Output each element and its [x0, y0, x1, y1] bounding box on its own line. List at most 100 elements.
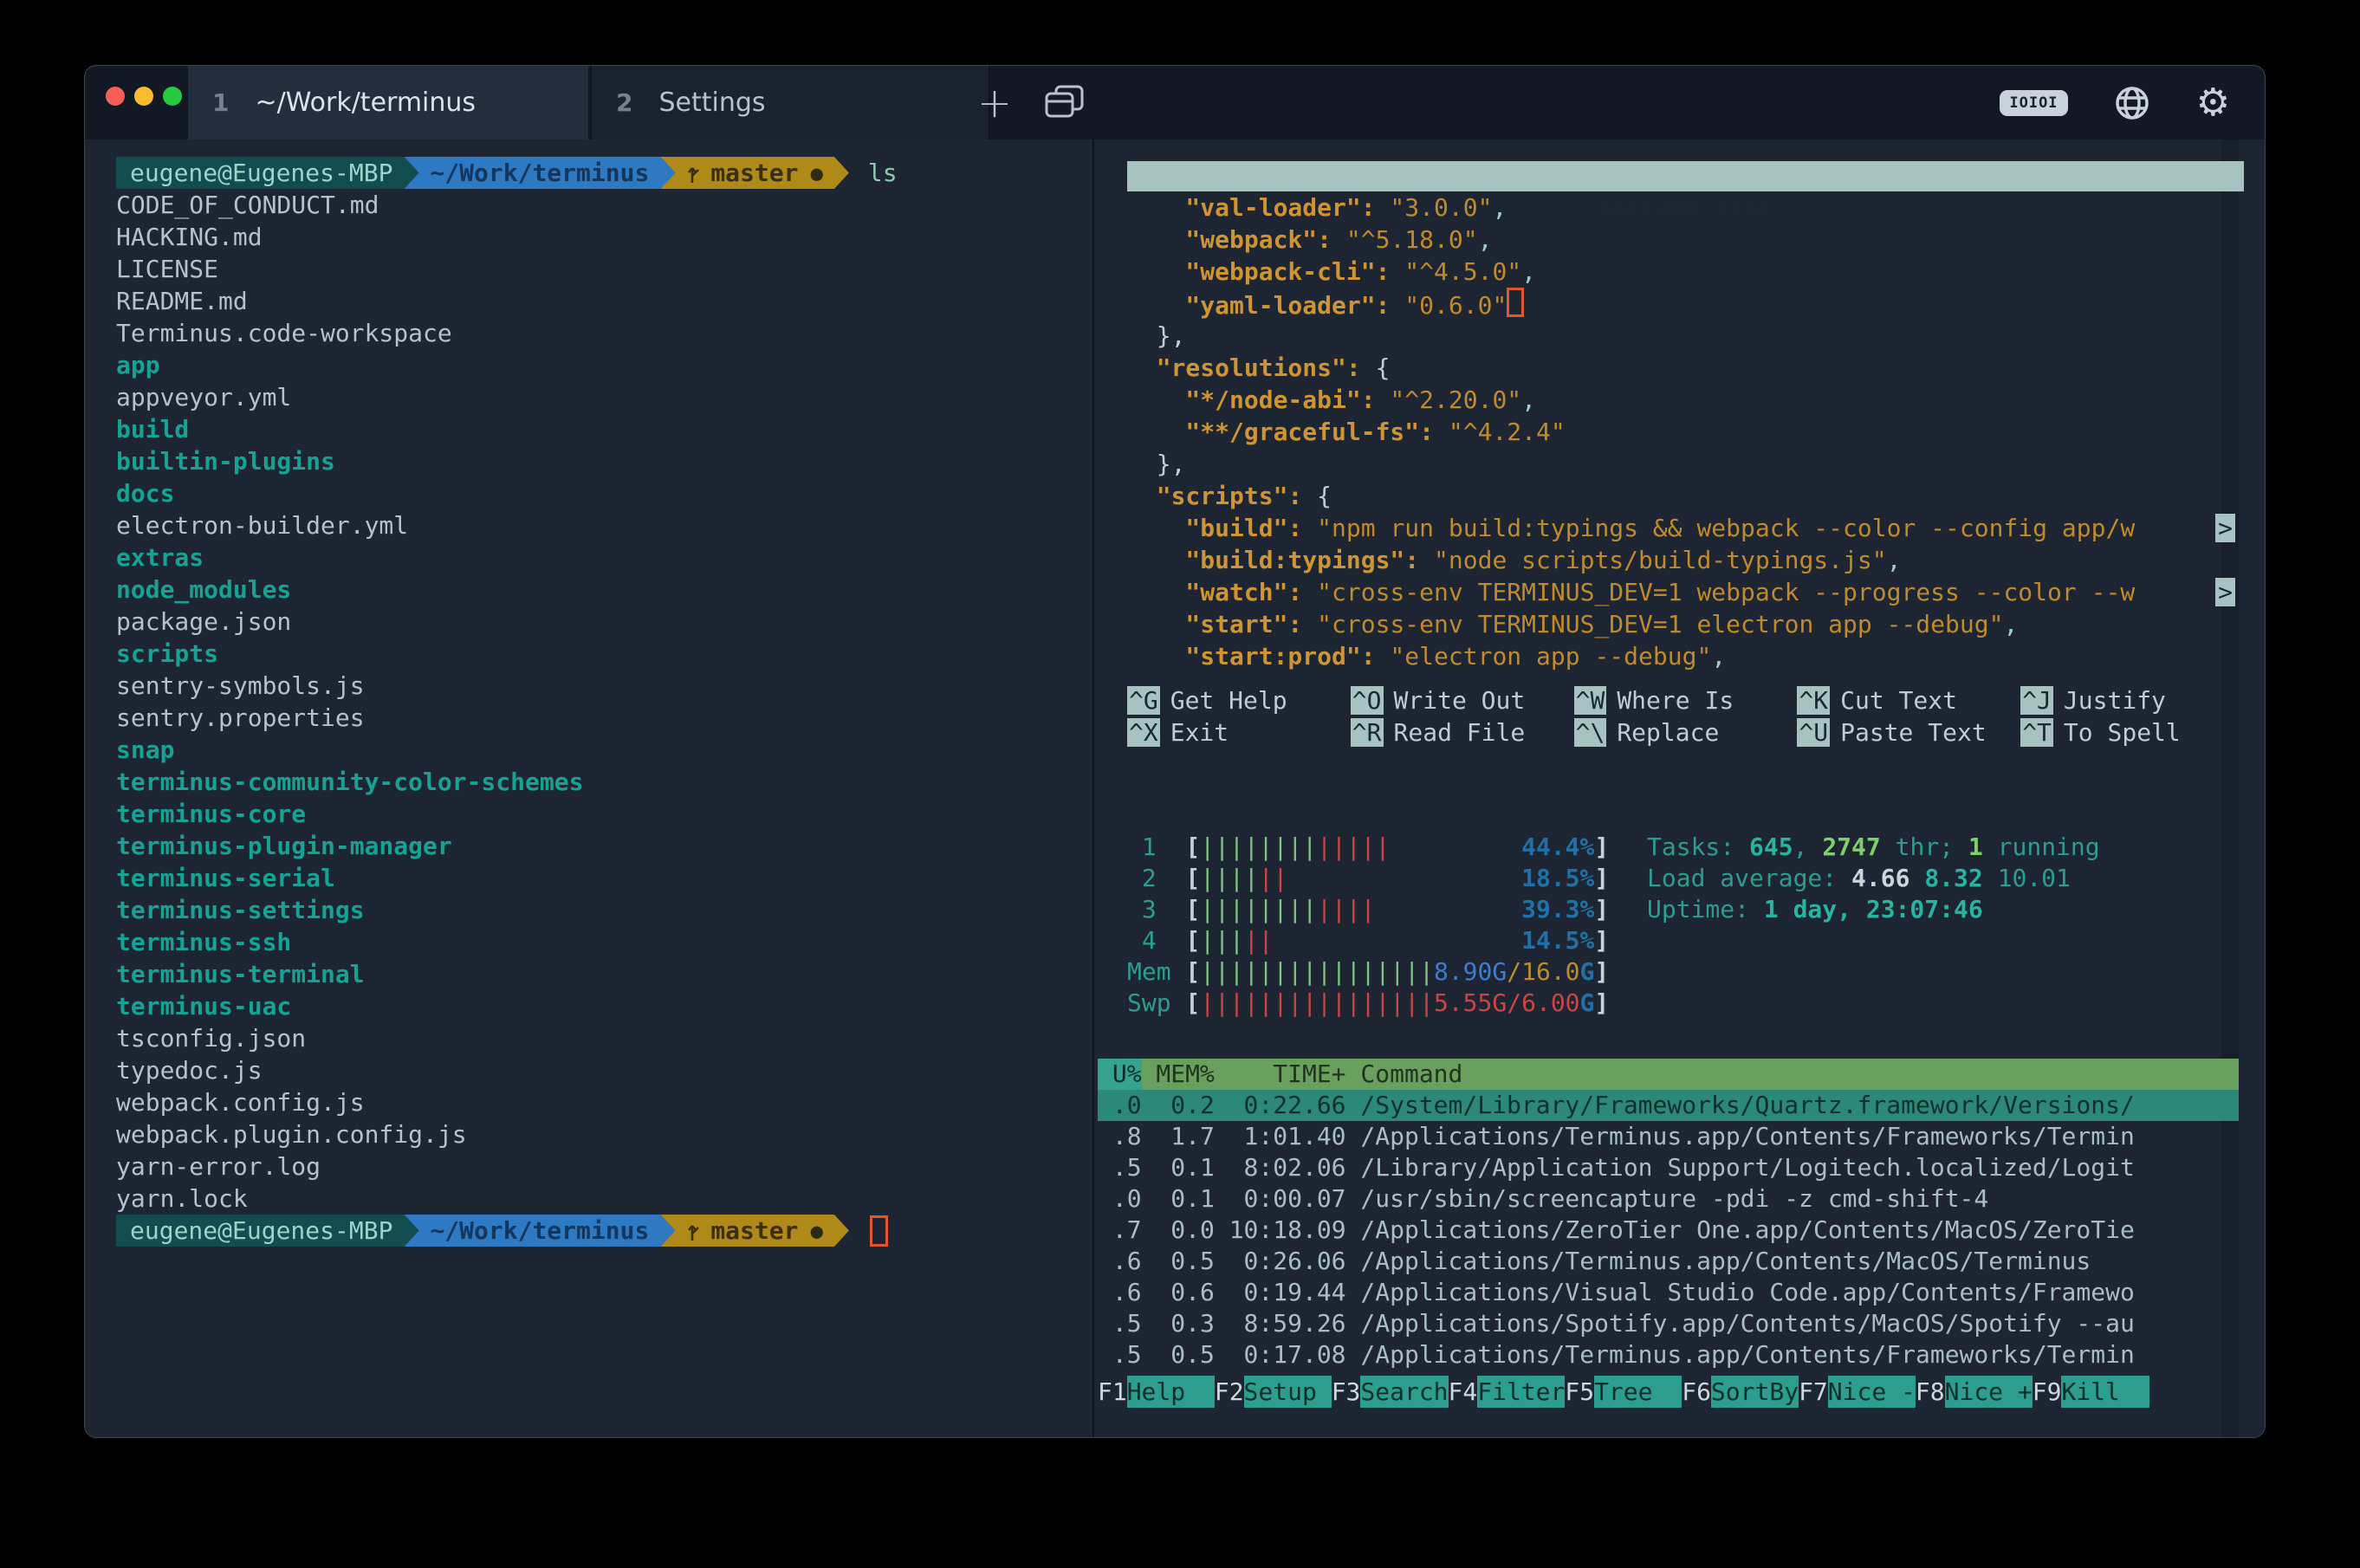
fkey-f5[interactable]: F5Tree	[1565, 1376, 1682, 1408]
git-branch-icon	[686, 1219, 702, 1243]
nano-shortcut-write-out[interactable]: ^OWrite Out	[1351, 684, 1574, 716]
nano-line: "*/node-abi": "^2.20.0",	[1127, 384, 2244, 416]
git-branch-icon	[686, 161, 702, 185]
nano-line: "webpack": "^5.18.0",	[1127, 224, 2244, 256]
nano-shortcut-exit[interactable]: ^XExit	[1127, 716, 1351, 748]
nano-shortcut-replace[interactable]: ^\Replace	[1574, 716, 1798, 748]
process-row[interactable]: .60.60:19.44/Applications/Visual Studio …	[1098, 1277, 2239, 1308]
htop-section: 1 [|||||||||||||44.4%] 2 [||||||18.5%] 3…	[1127, 832, 2244, 1408]
listing-file: appveyor.yml	[116, 381, 1092, 413]
prompt-user-segment: eugene@Eugenes-MBP	[116, 1215, 418, 1247]
settings-gear-icon[interactable]: ⚙	[2196, 84, 2230, 122]
minimize-button[interactable]	[134, 87, 153, 106]
right-terminal-pane[interactable]: package.json GNU nano 4.5 "val-loader": …	[1094, 139, 2265, 1437]
column-command[interactable]: Command	[1346, 1059, 2239, 1090]
listing-directory: terminus-settings	[116, 894, 1092, 926]
nano-line: },	[1127, 320, 2244, 352]
prompt-git-segment: master●	[660, 157, 849, 189]
fkey-f6[interactable]: F6SortBy	[1682, 1376, 1799, 1408]
column-mem[interactable]: MEM%	[1142, 1059, 1215, 1090]
nano-line: "scripts": {	[1127, 480, 2244, 512]
listing-directory: terminus-terminal	[116, 958, 1092, 990]
git-dirty-dot: ●	[810, 161, 822, 185]
new-tab-button[interactable]: +	[956, 66, 1034, 139]
tab-settings[interactable]: 2 Settings	[590, 66, 990, 139]
nano-shortcut-paste-text[interactable]: ^UPaste Text	[1797, 716, 2020, 748]
nano-title-bar: package.json GNU nano 4.5	[1127, 161, 2244, 191]
globe-icon[interactable]	[2113, 84, 2151, 122]
htop-meter: Mem[||||||||||||||||8.90G/16.0G]	[1127, 956, 2244, 988]
nano-line: "build": "npm run build:typings && webpa…	[1127, 512, 2244, 544]
tab-work-terminus[interactable]: 1 ~/Work/terminus	[188, 66, 588, 139]
process-rows: .00.20:22.66/System/Library/Frameworks/Q…	[1098, 1090, 2239, 1370]
nano-shortcut-to-spell[interactable]: ^TTo Spell	[2020, 716, 2244, 748]
tab-title: ~/Work/terminus	[255, 87, 476, 118]
tab-number: 1	[212, 88, 229, 117]
listing-file: typedoc.js	[116, 1054, 1092, 1086]
fkey-f9[interactable]: F9Kill	[2033, 1376, 2149, 1408]
line-continues-marker: >	[2215, 578, 2235, 606]
fkey-f8[interactable]: F8Nice +	[1916, 1376, 2033, 1408]
fkey-f1[interactable]: F1Help	[1098, 1376, 1215, 1408]
overlap-windows-icon	[1041, 82, 1086, 124]
fkey-f4[interactable]: F4Filter	[1449, 1376, 1566, 1408]
nano-line: "start": "cross-env TERMINUS_DEV=1 elect…	[1127, 608, 2244, 640]
process-row[interactable]: .00.20:22.66/System/Library/Frameworks/Q…	[1098, 1090, 2239, 1121]
close-button[interactable]	[106, 87, 125, 106]
nano-line: "build:typings": "node scripts/build-typ…	[1127, 544, 2244, 576]
listing-file: electron-builder.yml	[116, 509, 1092, 541]
column-time[interactable]: TIME+	[1215, 1059, 1346, 1090]
listing-directory: node_modules	[116, 573, 1092, 606]
process-row[interactable]: .70.010:18.09/Applications/ZeroTier One.…	[1098, 1215, 2239, 1246]
nano-shortcut-bar: ^GGet Help^OWrite Out^WWhere Is^KCut Tex…	[1127, 684, 2244, 748]
fkey-f3[interactable]: F3Search	[1332, 1376, 1449, 1408]
terminal-content: eugene@Eugenes-MBP ~/Work/terminus maste…	[85, 139, 2265, 1437]
left-terminal-pane[interactable]: eugene@Eugenes-MBP ~/Work/terminus maste…	[85, 139, 1092, 1437]
nano-editor-body[interactable]: "val-loader": "3.0.0", "webpack": "^5.18…	[1127, 191, 2244, 672]
process-table-header[interactable]: U% MEM% TIME+ Command	[1098, 1059, 2239, 1090]
process-row[interactable]: .60.50:26.06/Applications/Terminus.app/C…	[1098, 1246, 2239, 1277]
htop-meter: 4 [|||||14.5%]	[1127, 925, 2244, 956]
prompt-user-segment: eugene@Eugenes-MBP	[116, 157, 418, 189]
fkey-f2[interactable]: F2Setup	[1215, 1376, 1332, 1408]
nano-shortcut-cut-text[interactable]: ^KCut Text	[1797, 684, 2020, 716]
htop-summary: Tasks: 645, 2747 thr; 1 runningLoad aver…	[1647, 832, 2100, 925]
nano-line: "watch": "cross-env TERMINUS_DEV=1 webpa…	[1127, 576, 2244, 608]
process-row[interactable]: .81.71:01.40/Applications/Terminus.app/C…	[1098, 1121, 2239, 1152]
htop-summary-line: Load average: 4.66 8.32 10.01	[1647, 863, 2100, 894]
listing-file: CODE_OF_CONDUCT.md	[116, 189, 1092, 221]
listing-file: sentry-symbols.js	[116, 670, 1092, 702]
fkey-f7[interactable]: F7Nice -	[1799, 1376, 1916, 1408]
nano-line: },	[1127, 448, 2244, 480]
nano-line: "webpack-cli": "^4.5.0",	[1127, 256, 2244, 288]
nano-shortcut-where-is[interactable]: ^WWhere Is	[1574, 684, 1798, 716]
nano-shortcut-justify[interactable]: ^JJustify	[2020, 684, 2244, 716]
listing-file: README.md	[116, 285, 1092, 317]
git-dirty-dot: ●	[810, 1219, 822, 1243]
listing-directory: build	[116, 413, 1092, 445]
nano-line: "start:prod": "electron app --debug",	[1127, 640, 2244, 672]
column-cpu[interactable]: U%	[1098, 1059, 1142, 1090]
htop-fkey-bar: F1Help F2Setup F3SearchF4FilterF5Tree F6…	[1098, 1376, 2244, 1408]
nano-shortcut-get-help[interactable]: ^GGet Help	[1127, 684, 1351, 716]
listing-file: webpack.plugin.config.js	[116, 1118, 1092, 1150]
zoom-button[interactable]	[163, 87, 182, 106]
htop-process-table: U% MEM% TIME+ Command .00.20:22.66/Syste…	[1098, 1059, 2239, 1370]
listing-directory: terminus-ssh	[116, 926, 1092, 958]
ls-output: CODE_OF_CONDUCT.mdHACKING.mdLICENSEREADM…	[116, 189, 1092, 1215]
listing-file: HACKING.md	[116, 221, 1092, 253]
nano-shortcut-read-file[interactable]: ^RRead File	[1351, 716, 1574, 748]
htop-summary-line: Tasks: 645, 2747 thr; 1 running	[1647, 832, 2100, 863]
process-row[interactable]: .50.38:59.26/Applications/Spotify.app/Co…	[1098, 1308, 2239, 1339]
terminal-cursor	[870, 1215, 888, 1247]
windows-overlap-icon[interactable]	[1038, 80, 1090, 126]
listing-file: tsconfig.json	[116, 1022, 1092, 1054]
htop-meter: Swp[||||||||||||||||5.55G/6.00G]	[1127, 988, 2244, 1019]
process-row[interactable]: .50.50:17.08/Applications/Terminus.app/C…	[1098, 1339, 2239, 1370]
listing-file: webpack.config.js	[116, 1086, 1092, 1118]
process-row[interactable]: .00.10:00.07/usr/sbin/screencapture -pdi…	[1098, 1183, 2239, 1215]
listing-directory: terminus-serial	[116, 862, 1092, 894]
process-row[interactable]: .50.18:02.06/Library/Application Support…	[1098, 1152, 2239, 1183]
serial-ioioi-icon[interactable]: IOIOI	[2000, 90, 2067, 116]
typed-command: ls	[868, 159, 898, 187]
